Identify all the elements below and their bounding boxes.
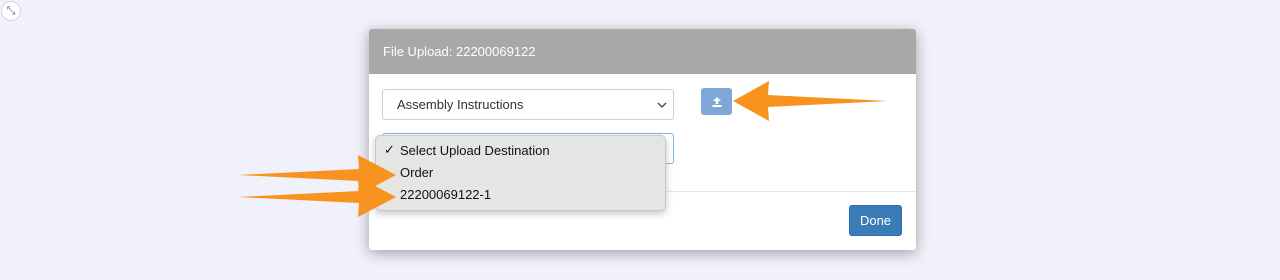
annotation-arrows (238, 81, 888, 217)
annotation-arrow (733, 81, 888, 121)
